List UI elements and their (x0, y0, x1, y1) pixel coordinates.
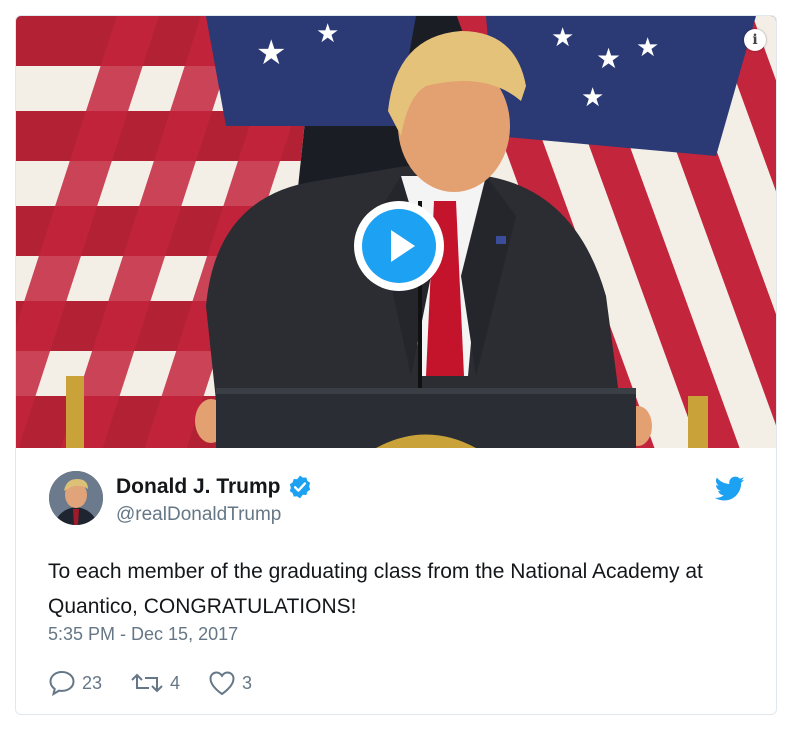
svg-text:★: ★ (256, 34, 286, 72)
avatar-image (49, 471, 103, 525)
play-icon (362, 209, 436, 283)
heart-icon (209, 671, 235, 696)
reply-count: 23 (82, 672, 103, 693)
like-button[interactable]: 3 (208, 670, 252, 696)
video-thumbnail[interactable]: ★ ★ ★ ★ ★ ★ i (16, 16, 776, 448)
info-icon: i (752, 32, 758, 48)
author-name-row[interactable]: Donald J. Trump (116, 474, 313, 500)
verified-badge-icon (289, 475, 310, 499)
author-handle[interactable]: @realDonaldTrump (116, 504, 281, 526)
tweet-actions: 23 4 3 (48, 670, 280, 696)
svg-text:★: ★ (596, 43, 621, 74)
embedded-tweet-card: ★ ★ ★ ★ ★ ★ i Donald J. Trump @realDonal… (15, 15, 777, 715)
retweet-icon (131, 673, 163, 693)
svg-text:★: ★ (551, 22, 574, 52)
retweet-button[interactable]: 4 (130, 671, 180, 695)
reply-button[interactable]: 23 (48, 670, 102, 696)
svg-text:★: ★ (316, 18, 339, 48)
tweet-text: To each member of the graduating class f… (48, 560, 703, 618)
reply-icon (49, 670, 75, 696)
like-count: 3 (242, 672, 253, 693)
svg-text:★: ★ (636, 32, 659, 62)
svg-text:★: ★ (581, 82, 604, 112)
twitter-bird-icon[interactable] (715, 476, 745, 502)
avatar[interactable] (49, 471, 103, 525)
info-button[interactable]: i (744, 29, 766, 51)
play-button[interactable] (354, 201, 444, 291)
retweet-count: 4 (170, 672, 181, 693)
tweet-timestamp[interactable]: 5:35 PM - Dec 15, 2017 (48, 624, 238, 645)
author-name[interactable]: Donald J. Trump (116, 475, 281, 499)
